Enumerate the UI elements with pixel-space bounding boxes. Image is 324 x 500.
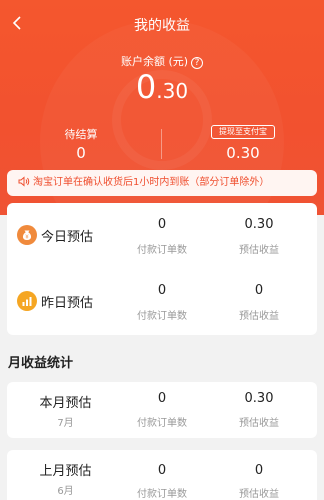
today-orders-caption: 付款订单数 — [137, 245, 187, 256]
current-month-orders-caption: 付款订单数 — [137, 418, 187, 429]
last-month-label: 上月预估 — [39, 464, 92, 479]
notice-bar: 淘宝订单在确认收货后1小时内到账（部分订单除外） — [7, 170, 317, 196]
monthly-row-current[interactable]: 本月预估 7月 0 付款订单数 0.30 预估收益 — [7, 382, 317, 438]
current-month-label: 本月预估 — [39, 396, 92, 411]
last-month-income-value: 0 — [254, 463, 264, 478]
yesterday-orders-value: 0 — [157, 283, 167, 298]
last-month-sub: 6月 — [57, 486, 74, 497]
current-month-orders-value: 0 — [157, 391, 167, 406]
balance-integer: 0 — [135, 68, 157, 106]
page-title: 我的收益 — [134, 18, 190, 34]
withdraw-to-alipay-button[interactable]: 提现至支付宝 — [211, 125, 275, 139]
today-orders-value: 0 — [157, 217, 167, 232]
bar-chart-icon — [17, 291, 37, 311]
estimate-row-today[interactable]: ¥ 今日预估 0 付款订单数 0.30 预估收益 — [7, 203, 317, 269]
today-income-caption: 预估收益 — [239, 245, 279, 256]
monthly-section-title: 月收益统计 — [8, 356, 74, 371]
withdrawable-value: 0.30 — [226, 144, 260, 162]
yesterday-orders-caption: 付款订单数 — [137, 311, 187, 322]
yesterday-estimate-label: 昨日预估 — [41, 296, 94, 311]
today-estimate-label: 今日预估 — [41, 230, 94, 245]
notice-text: 淘宝订单在确认收货后1小时内到账（部分订单除外） — [33, 177, 270, 188]
divider — [161, 129, 162, 159]
pending-label: 待结算 — [64, 128, 98, 141]
estimate-card: ¥ 今日预估 0 付款订单数 0.30 预估收益 昨日预估 0 付款订单数 0 … — [7, 203, 317, 335]
balance-label: 账户余额 (元)? — [0, 53, 324, 69]
balance-decimal: .30 — [156, 79, 189, 103]
current-month-sub: 7月 — [57, 418, 74, 429]
current-month-income-caption: 预估收益 — [239, 418, 279, 429]
balance-label-text: 账户余额 (元) — [120, 55, 189, 68]
svg-text:¥: ¥ — [25, 234, 29, 240]
estimate-row-yesterday[interactable]: 昨日预估 0 付款订单数 0 预估收益 — [7, 269, 317, 335]
last-month-income-caption: 预估收益 — [239, 489, 279, 500]
yesterday-income-value: 0 — [254, 283, 264, 298]
last-month-orders-caption: 付款订单数 — [137, 489, 187, 500]
monthly-row-last[interactable]: 上月预估 6月 0 付款订单数 0 预估收益 — [7, 450, 317, 500]
current-month-income-value: 0.30 — [244, 391, 274, 406]
last-month-orders-value: 0 — [157, 463, 167, 478]
today-income-value: 0.30 — [244, 217, 274, 232]
balance-value: 0.30 — [0, 68, 324, 106]
yesterday-income-caption: 预估收益 — [239, 311, 279, 322]
money-bag-icon: ¥ — [17, 225, 37, 245]
speaker-icon — [18, 176, 30, 187]
pending-value: 0 — [76, 144, 86, 162]
